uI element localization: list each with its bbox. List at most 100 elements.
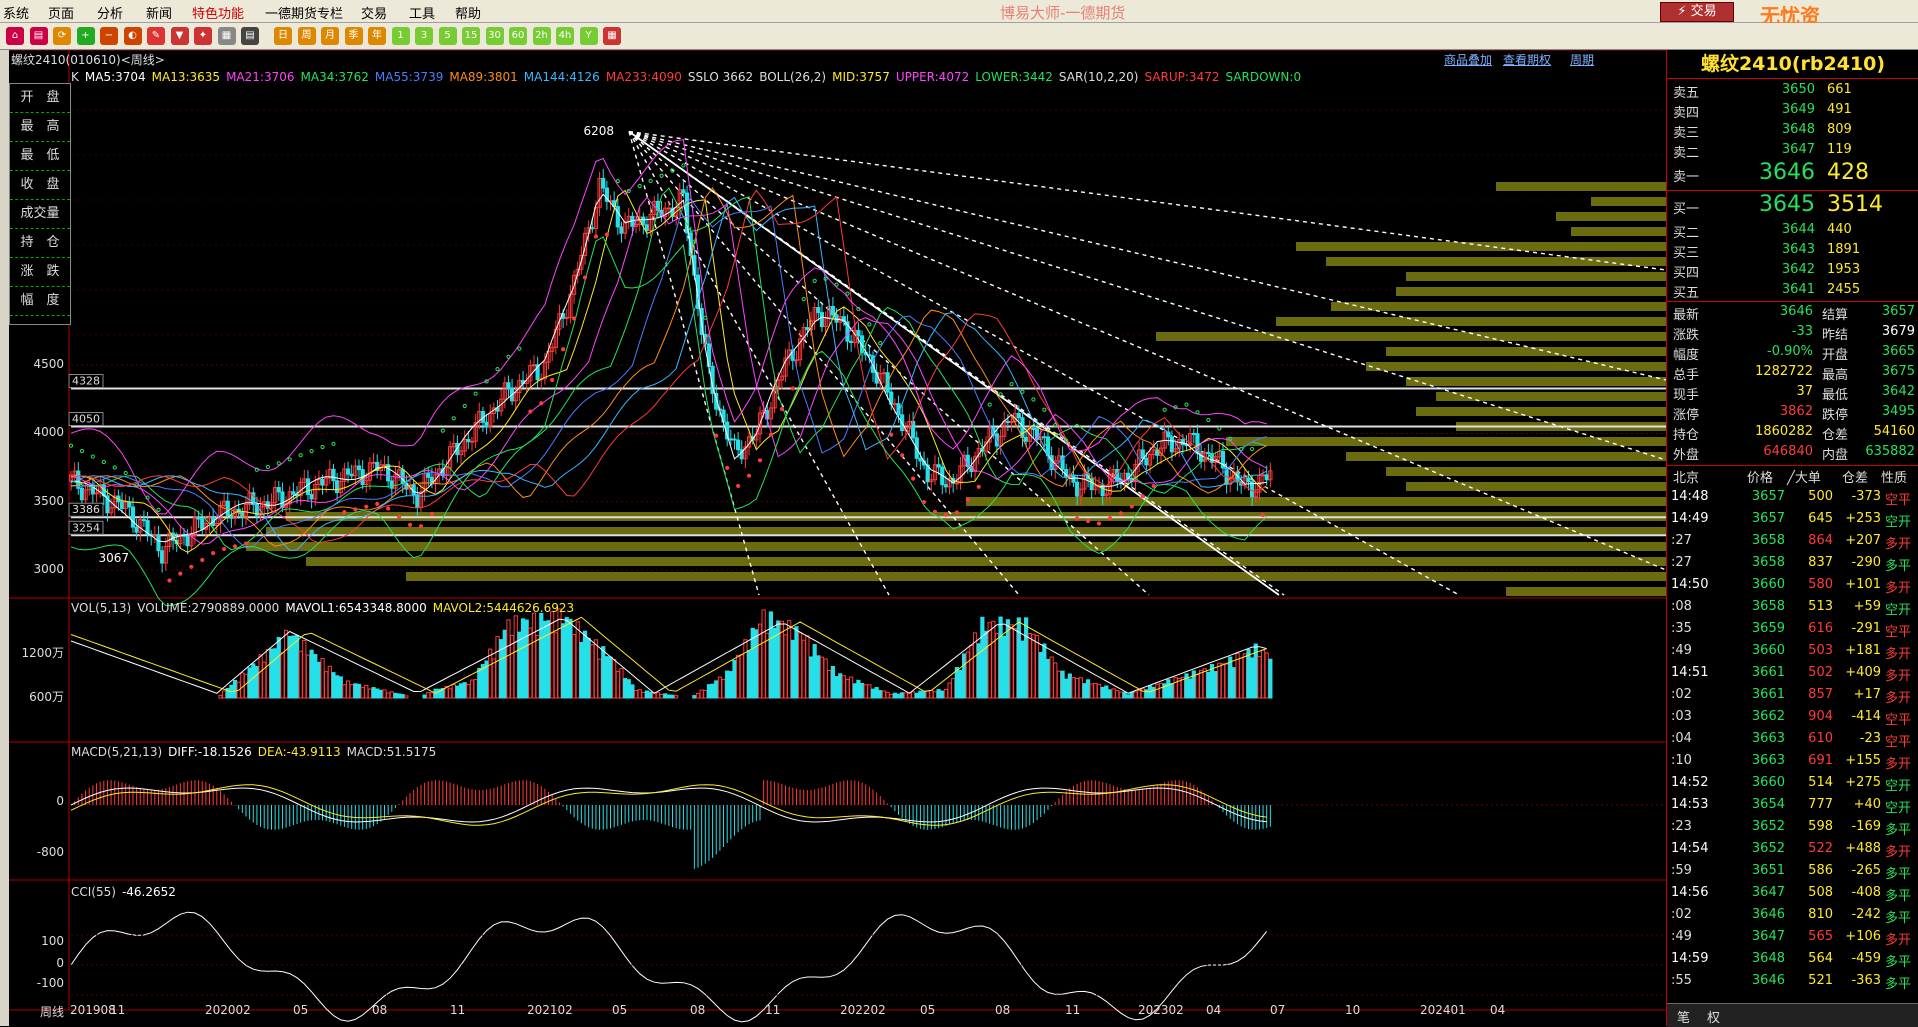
tick-oi-change: -363 <box>1851 973 1881 988</box>
period-year-icon[interactable]: 年 <box>368 27 386 45</box>
indicator-value: MAVOL2:5444626.6923 <box>432 601 575 615</box>
period-60-icon[interactable]: 60 <box>509 27 527 45</box>
magic-icon[interactable]: ✦ <box>194 27 212 45</box>
stat-value: 635882 <box>1865 444 1915 459</box>
period-y-icon[interactable]: Y <box>579 27 598 45</box>
table-icon[interactable]: ▦ <box>217 27 236 45</box>
period-30-icon[interactable]: 30 <box>485 27 504 45</box>
candle-body <box>484 421 489 428</box>
app-title: 博易大师-一德期货 <box>1000 4 1126 22</box>
candle-body <box>305 478 311 496</box>
zoom-out-icon[interactable]: − <box>100 27 118 45</box>
volume-bar <box>998 616 1003 699</box>
sar-dot <box>1250 446 1255 452</box>
link-view-options[interactable]: 查看期权 <box>1503 51 1551 68</box>
indicator-value: MACD:51.5175 <box>346 745 437 759</box>
tick-time: 14:59 <box>1671 951 1709 966</box>
sar-dot <box>243 541 249 546</box>
volume-bar <box>1096 683 1102 699</box>
quote-tab-0[interactable]: 笔 <box>1677 1007 1690 1026</box>
period-week-icon[interactable]: 周 <box>297 27 316 45</box>
tick-oi-change: +106 <box>1845 929 1881 944</box>
menu-system[interactable]: 系统 <box>3 3 29 22</box>
indicator-value: K <box>71 70 79 84</box>
x-axis-label: 202002 <box>205 1003 251 1017</box>
list-icon[interactable]: ▤ <box>241 27 259 45</box>
volume-bar <box>896 693 901 699</box>
volume-profile-bar <box>1416 407 1666 416</box>
candle-body <box>225 500 230 516</box>
symbol-tab[interactable]: 螺纹2410(010610)<周线> <box>11 51 165 68</box>
menu-news[interactable]: 新闻 <box>146 3 172 22</box>
volume-bar <box>1009 624 1014 699</box>
period-1-icon[interactable]: 1 <box>391 27 410 45</box>
sar-dot <box>189 564 194 569</box>
indicator-value: MA34:3762 <box>300 70 369 84</box>
calculator-icon[interactable]: ▦ <box>603 27 621 45</box>
tick-nature: 多平 <box>1885 889 1912 904</box>
trade-button[interactable]: ⚡ 交易 <box>1660 2 1734 22</box>
period-4h-icon[interactable]: 4h <box>556 27 574 45</box>
volume-bar <box>856 679 861 699</box>
refresh-icon[interactable]: ⟳ <box>53 27 71 45</box>
link-period[interactable]: 周期 <box>1570 51 1594 68</box>
period-month-icon[interactable]: 月 <box>321 27 339 45</box>
period-3-icon[interactable]: 3 <box>415 27 433 45</box>
volume-bar <box>1246 648 1251 699</box>
sar-dot <box>1184 402 1189 407</box>
folder-icon[interactable]: ▤ <box>29 27 48 45</box>
candle-body <box>130 506 136 528</box>
zoom-in-icon[interactable]: + <box>76 27 95 45</box>
volume-bar <box>1115 690 1120 699</box>
fan-line <box>628 130 1460 596</box>
chart-area[interactable]: 6208 3067 4328 4050 3386 3254 <box>9 50 1666 1026</box>
volume-bar <box>276 636 281 699</box>
volume-bar <box>345 680 351 699</box>
menu-tools[interactable]: 工具 <box>409 3 435 22</box>
volume-bar <box>386 692 391 699</box>
volume-bar <box>393 692 398 699</box>
moving-average-line <box>70 193 1267 543</box>
stat-label: 仓差 <box>1822 428 1849 443</box>
volume-bar <box>1206 671 1211 699</box>
period-season-icon[interactable]: 季 <box>344 27 363 45</box>
tick-time: :10 <box>1671 753 1692 768</box>
left-side-tabs[interactable] <box>0 50 9 1026</box>
filter-icon[interactable]: ▼ <box>170 27 189 45</box>
volume-bar <box>765 632 770 699</box>
candle-body <box>119 501 125 510</box>
kline-chart-svg[interactable]: 6208 3067 4328 4050 3386 3254 <box>9 50 1666 1026</box>
volume-bar <box>1060 670 1065 699</box>
candle-body <box>371 461 376 464</box>
volume-bar <box>889 693 894 699</box>
sar-dot <box>976 484 981 489</box>
period-2h-icon[interactable]: 2h <box>532 27 551 45</box>
link-overlay-commodity[interactable]: 商品叠加 <box>1444 51 1492 68</box>
menu-help[interactable]: 帮助 <box>455 3 481 22</box>
menu-special[interactable]: 特色功能 <box>192 3 244 22</box>
quote-tab-1[interactable]: 权 <box>1707 1007 1720 1026</box>
sar-dot <box>1162 407 1167 412</box>
period-day-icon[interactable]: 日 <box>274 27 292 45</box>
volume-bar <box>717 676 722 699</box>
menu-analysis[interactable]: 分析 <box>97 3 123 22</box>
period-label[interactable]: 周线 <box>40 1003 64 1020</box>
color-icon[interactable]: ◐ <box>123 27 142 45</box>
pen-icon[interactable]: ✎ <box>147 27 165 45</box>
candle-body <box>601 177 606 189</box>
period-15-icon[interactable]: 15 <box>462 27 480 45</box>
period-5-icon[interactable]: 5 <box>438 27 457 45</box>
sar-dot <box>1129 504 1134 509</box>
volume-profile-bar <box>1406 377 1666 386</box>
tick-time: :27 <box>1671 555 1692 570</box>
menu-trade[interactable]: 交易 <box>361 3 387 22</box>
tick-price: 3660 <box>1751 643 1785 658</box>
sar-dot <box>528 409 533 414</box>
home-icon[interactable]: ⌂ <box>6 27 24 45</box>
volume-bar <box>378 689 383 699</box>
menu-yide[interactable]: 一德期货专栏 <box>265 3 343 22</box>
ask-volume: 661 <box>1827 82 1852 97</box>
sar-dot <box>287 457 292 462</box>
x-axis-label: 11 <box>765 1003 781 1017</box>
menu-page[interactable]: 页面 <box>48 3 74 22</box>
